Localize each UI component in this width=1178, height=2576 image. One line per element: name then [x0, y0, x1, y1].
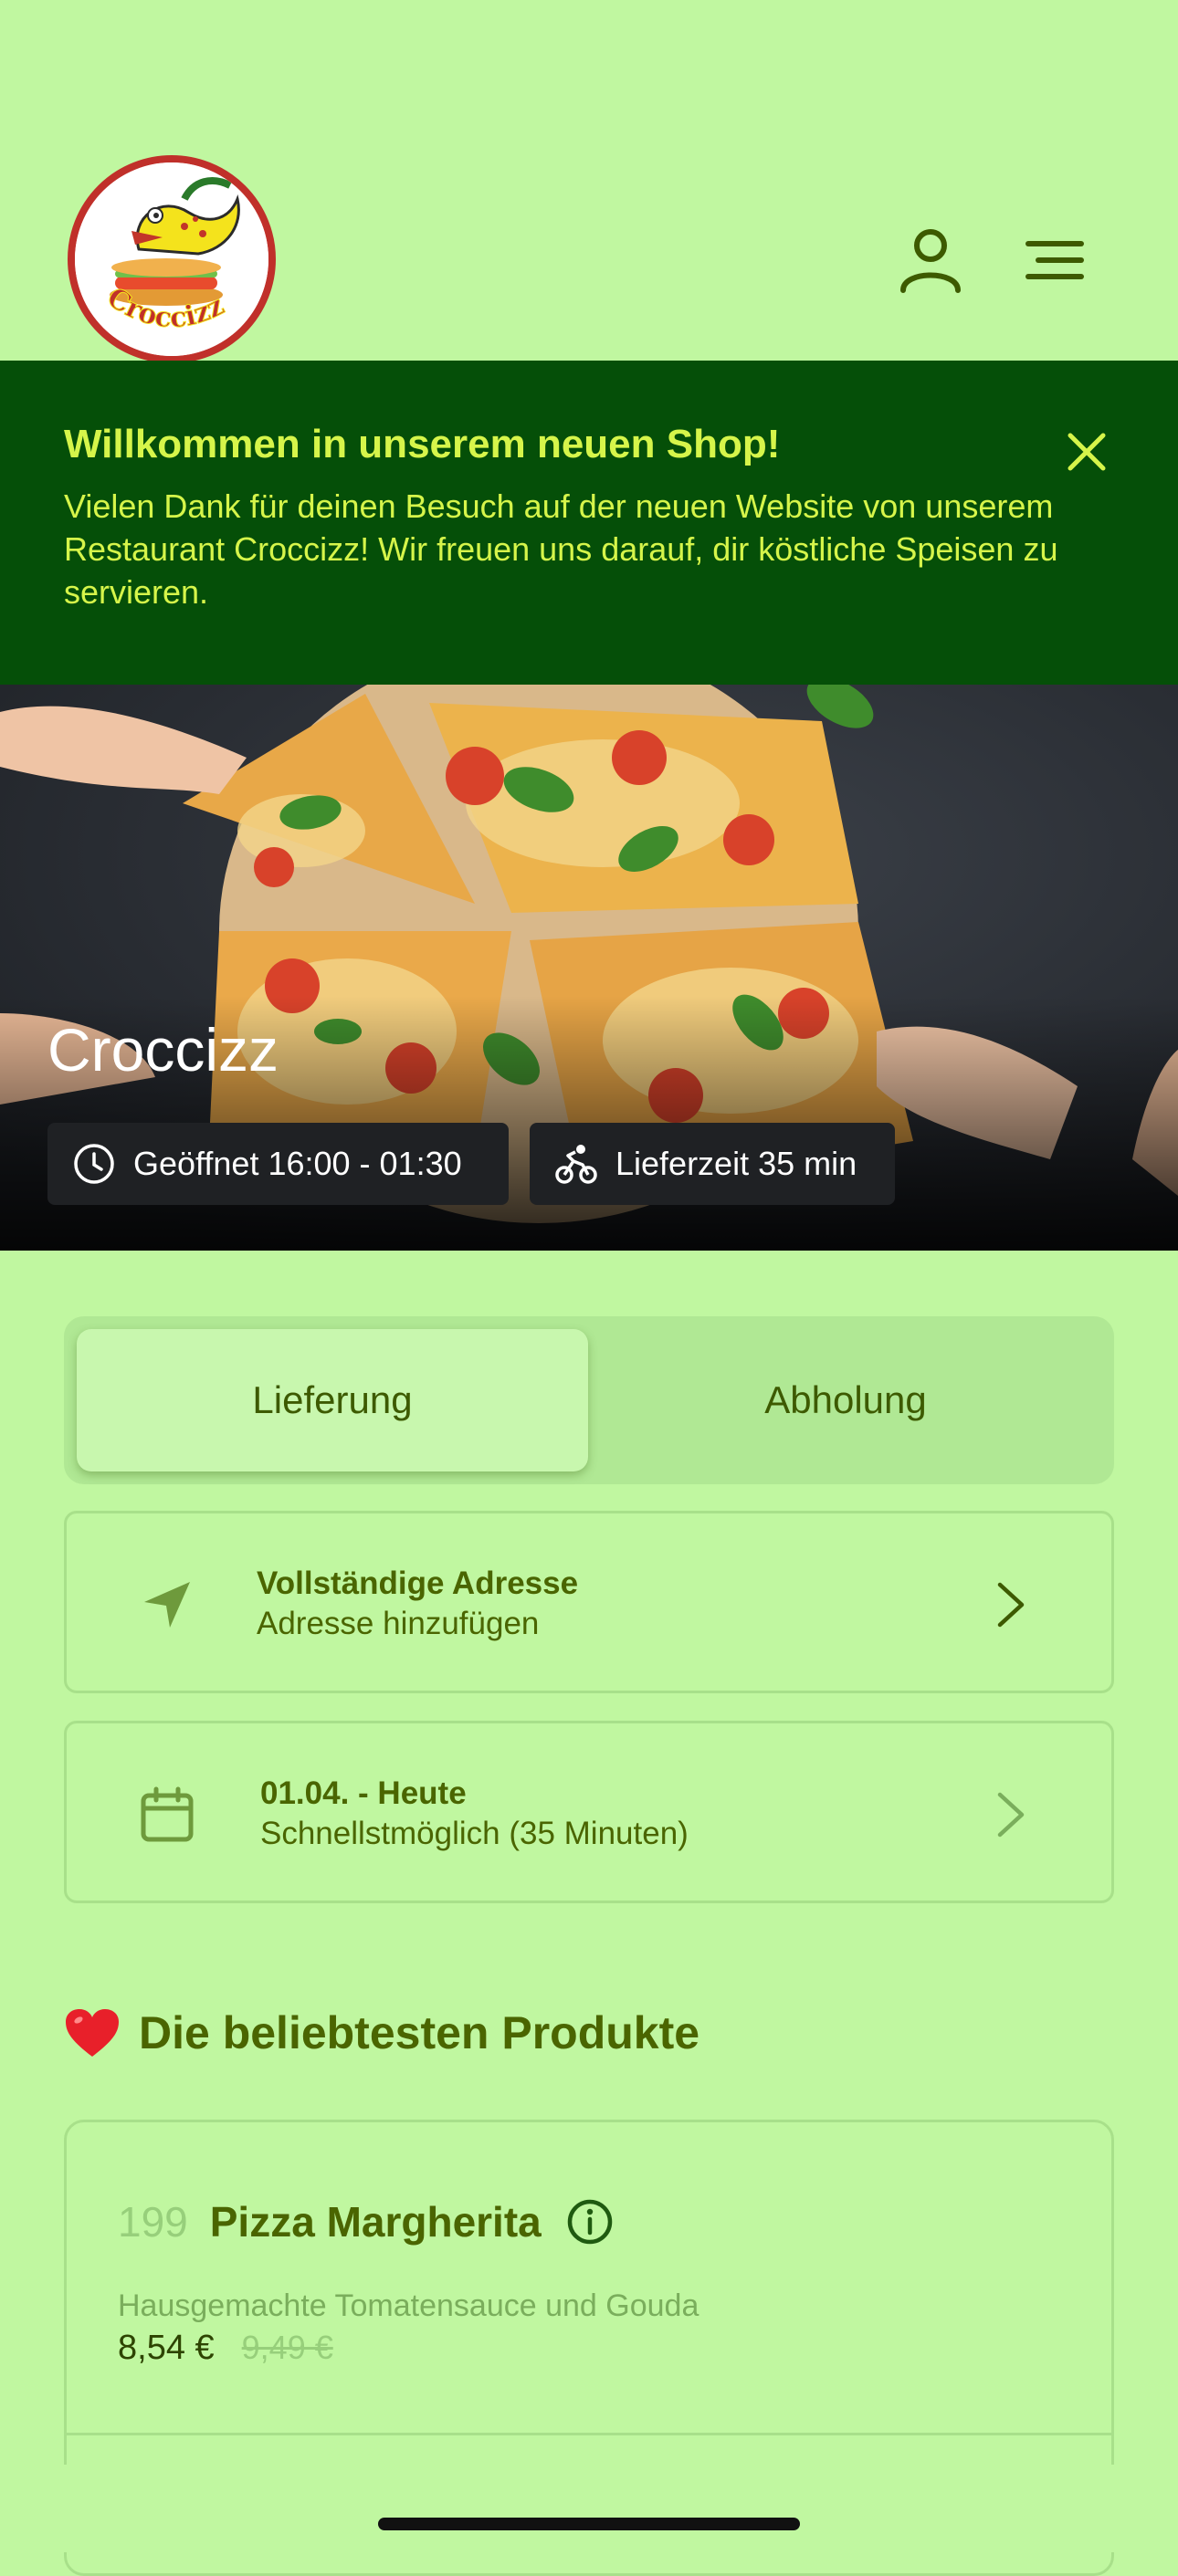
bottom-safe-area [0, 2465, 1178, 2552]
close-icon [1068, 433, 1106, 471]
product-description: Hausgemachte Tomatensauce und Gouda [118, 2288, 699, 2323]
time-subtitle: Schnellstmöglich (35 Minuten) [260, 1816, 689, 1851]
banner-close-button[interactable] [1059, 424, 1114, 479]
menu-button[interactable] [1014, 219, 1096, 301]
delivery-time-badge: Lieferzeit 35 min [530, 1123, 895, 1205]
divider [67, 2433, 1111, 2435]
welcome-banner: Willkommen in unserem neuen Shop! Vielen… [0, 361, 1178, 685]
date-title: 01.04. - Heute [260, 1775, 467, 1811]
banner-title: Willkommen in unserem neuen Shop! [64, 422, 781, 466]
chevron-right-icon [983, 1573, 1038, 1637]
banner-text: Vielen Dank für deinen Besuch auf der ne… [64, 487, 1058, 612]
tab-pickup[interactable]: Abholung [590, 1329, 1101, 1471]
product-old-price: 9,49 € [241, 2329, 333, 2366]
product-name: Pizza Margherita [209, 2198, 542, 2246]
app-header: Croccizz [0, 0, 1178, 363]
logo-crocodile-icon: Croccizz [75, 162, 268, 356]
croccizz-logo[interactable]: Croccizz [68, 155, 276, 363]
bike-icon [555, 1143, 597, 1185]
calendar-icon [131, 1778, 204, 1851]
section-title-text: Die beliebtesten Produkte [139, 2007, 700, 2058]
delivery-time-text: Lieferzeit 35 min [615, 1145, 857, 1182]
popular-products-heading: Die beliebtesten Produkte [64, 2006, 699, 2059]
hero-image: Croccizz Geöffnet 16:00 - 01:30 Lieferze… [0, 685, 1178, 1251]
address-subtitle: Adresse hinzufügen [257, 1606, 540, 1641]
heart-icon [64, 2007, 121, 2058]
address-title: Vollständige Adresse [257, 1565, 579, 1601]
home-indicator[interactable] [378, 2518, 800, 2530]
hamburger-menu-icon [1025, 241, 1084, 279]
order-mode-toggle: Lieferung Abholung [64, 1316, 1114, 1484]
product-number: 199 [118, 2198, 188, 2246]
chevron-right-icon [983, 1783, 1038, 1847]
tab-delivery[interactable]: Lieferung [77, 1329, 588, 1471]
product-price: 8,54 € [118, 2329, 215, 2367]
location-arrow-icon [131, 1568, 204, 1641]
time-selector[interactable]: 01.04. - Heute Schnellstmöglich (35 Minu… [64, 1721, 1114, 1903]
opening-hours-text: Geöffnet 16:00 - 01:30 [133, 1145, 462, 1182]
user-icon [900, 229, 961, 293]
account-button[interactable] [889, 219, 972, 301]
restaurant-name: Croccizz [47, 1016, 279, 1084]
info-icon[interactable] [565, 2197, 615, 2246]
clock-icon [73, 1143, 115, 1185]
opening-hours-badge: Geöffnet 16:00 - 01:30 [47, 1123, 509, 1205]
address-selector[interactable]: Vollständige Adresse Adresse hinzufügen [64, 1511, 1114, 1693]
